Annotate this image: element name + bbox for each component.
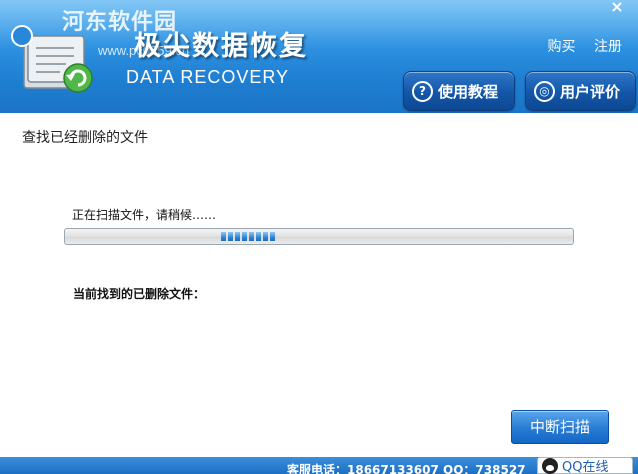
- header-banner: 河东软件园 www.pc0359.cn 极尖数据恢复 DATA RECOVERY…: [0, 0, 638, 113]
- page-title: 查找已经删除的文件: [22, 130, 148, 146]
- qq-online-label: QQ在线: [562, 460, 609, 474]
- scan-progress-bar: [64, 228, 574, 245]
- close-icon[interactable]: ×: [604, 0, 630, 16]
- progress-indicator-blocks: [221, 232, 277, 241]
- qq-penguin-icon: [542, 457, 558, 474]
- user-review-button[interactable]: ◎ 用户评价: [525, 71, 636, 111]
- question-icon: ?: [412, 80, 433, 102]
- register-link[interactable]: 注册: [594, 39, 622, 55]
- contact-info: 客服电话：18667133607 QQ：738527: [287, 463, 526, 474]
- app-subtitle: DATA RECOVERY: [126, 67, 290, 87]
- review-icon: ◎: [534, 80, 555, 102]
- qq-online-button[interactable]: QQ在线: [537, 457, 633, 474]
- found-files-label: 当前找到的已删除文件：: [73, 287, 206, 301]
- tutorial-button-label: 使用教程: [438, 82, 499, 101]
- user-review-button-label: 用户评价: [560, 82, 621, 101]
- scan-status-text: 正在扫描文件，请稍候……: [72, 208, 217, 222]
- app-title: 极尖数据恢复: [134, 31, 308, 62]
- header-links: 购买 注册: [534, 36, 622, 56]
- buy-link[interactable]: 购买: [548, 39, 576, 55]
- stop-scan-button[interactable]: 中断扫描: [511, 410, 609, 444]
- tutorial-button[interactable]: ? 使用教程: [403, 71, 515, 111]
